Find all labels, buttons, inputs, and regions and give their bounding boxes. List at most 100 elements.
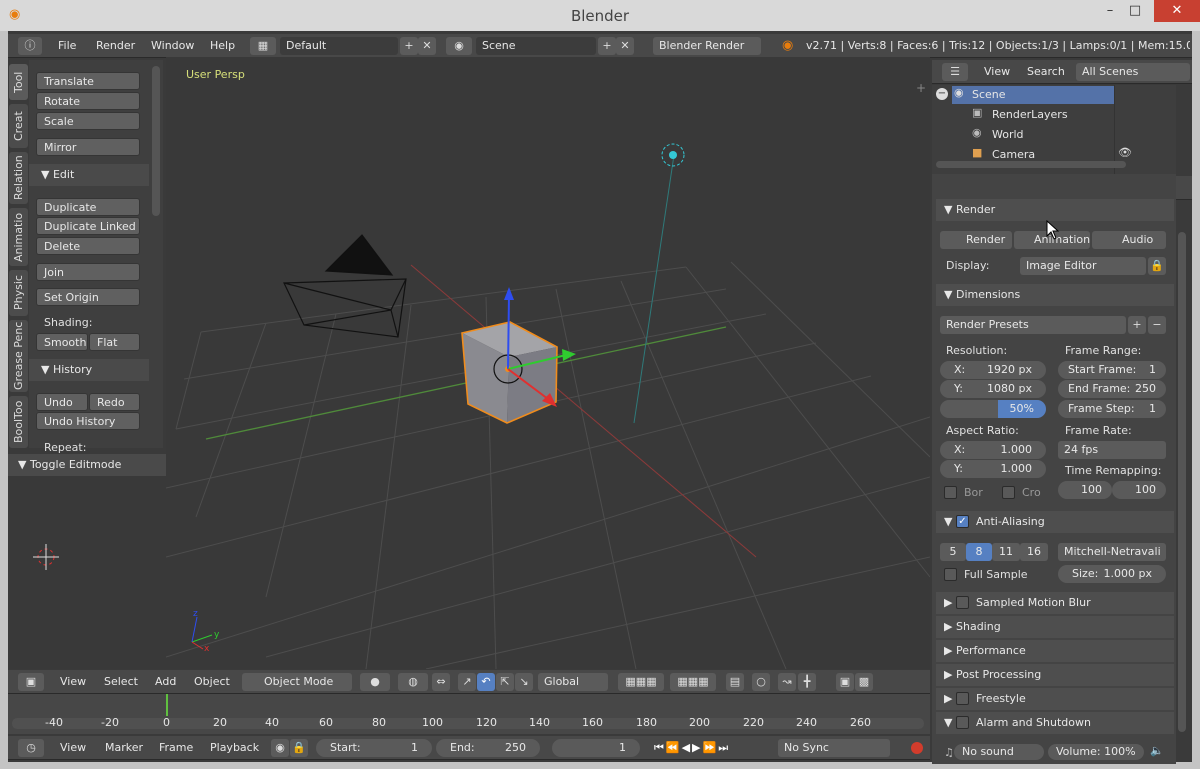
performance-section[interactable]: ▶ Performance bbox=[936, 640, 1174, 662]
shading-section[interactable]: ▶ Shading bbox=[936, 616, 1174, 638]
freestyle-section[interactable]: ▶ Freestyle bbox=[936, 688, 1174, 710]
smooth-button[interactable]: Smooth bbox=[36, 333, 88, 351]
remove-preset-icon[interactable]: − bbox=[1148, 316, 1166, 334]
tab-animation[interactable]: Animatio bbox=[9, 208, 28, 266]
outliner-menu-search[interactable]: Search bbox=[1027, 63, 1065, 81]
menu-render[interactable]: Render bbox=[96, 37, 135, 55]
res-y-field[interactable]: Y: 1080 px bbox=[940, 380, 1046, 398]
timeline-editor-icon[interactable]: ◷ bbox=[18, 739, 44, 757]
viewport-add-icon[interactable]: + bbox=[916, 81, 926, 95]
render-still-icon[interactable]: ▣ bbox=[836, 673, 854, 691]
tab-grease-pencil[interactable]: Grease Penc bbox=[9, 320, 28, 392]
render-presets-select[interactable]: Render Presets bbox=[940, 316, 1126, 334]
sync-select[interactable]: No Sync bbox=[778, 739, 890, 757]
tl-menu-frame[interactable]: Frame bbox=[159, 739, 193, 757]
redo-button[interactable]: Redo bbox=[89, 393, 140, 411]
rotate-button[interactable]: Rotate bbox=[36, 92, 140, 110]
visibility-eye-icon[interactable]: 👁 bbox=[1118, 146, 1132, 159]
collapse-icon[interactable]: − bbox=[936, 88, 948, 100]
proportional-icon[interactable]: ○ bbox=[752, 673, 770, 691]
maximize-button[interactable]: □ bbox=[1122, 0, 1148, 22]
duplicate-button[interactable]: Duplicate bbox=[36, 198, 140, 216]
edit-panel-header[interactable]: ▼ Edit bbox=[29, 164, 149, 186]
outliner-menu-view[interactable]: View bbox=[984, 63, 1010, 81]
crop-checkbox[interactable] bbox=[1002, 486, 1015, 499]
scale-manip-icon[interactable]: ⇱ bbox=[496, 673, 514, 691]
outliner-item-renderlayers[interactable]: RenderLayers bbox=[992, 108, 1068, 121]
scene-icon[interactable]: ◉ bbox=[446, 37, 472, 55]
history-panel-header[interactable]: ▼ History bbox=[29, 359, 149, 381]
flat-button[interactable]: Flat bbox=[89, 333, 140, 351]
render-button[interactable]: Render bbox=[940, 231, 1012, 249]
tab-relation[interactable]: Relation bbox=[9, 152, 28, 204]
speaker-icon[interactable]: 🔈 bbox=[1150, 744, 1164, 757]
layers-b-icon[interactable]: ▦▦▦ bbox=[670, 673, 716, 691]
playback-controls[interactable]: ⏮⏪◀▶⏩⏭ bbox=[654, 739, 730, 757]
translate-button[interactable]: Translate bbox=[36, 72, 140, 90]
antialias-checkbox[interactable]: ✓ bbox=[956, 515, 969, 528]
aspect-x-field[interactable]: X: 1.000 bbox=[940, 441, 1046, 459]
record-icon[interactable]: ◉ bbox=[271, 739, 289, 757]
set-origin-button[interactable]: Set Origin bbox=[36, 288, 140, 306]
aspect-y-field[interactable]: Y: 1.000 bbox=[940, 460, 1046, 478]
render-engine-select[interactable]: Blender Render bbox=[653, 37, 761, 55]
mode-select[interactable]: Object Mode bbox=[242, 673, 352, 691]
aa-8-button[interactable]: 8 bbox=[966, 543, 992, 561]
minimize-button[interactable]: – bbox=[1098, 0, 1122, 22]
snap-icon[interactable]: ↝ bbox=[778, 673, 796, 691]
add-preset-icon[interactable]: + bbox=[1128, 316, 1146, 334]
aa-11-button[interactable]: 11 bbox=[992, 543, 1020, 561]
lock-camera-icon[interactable]: ▤ bbox=[726, 673, 744, 691]
alarm-checkbox[interactable] bbox=[956, 716, 969, 729]
lock-icon[interactable]: 🔒 bbox=[290, 739, 308, 757]
translate-manip-icon[interactable]: ↗ bbox=[458, 673, 476, 691]
tab-tool[interactable]: Tool bbox=[9, 64, 28, 100]
dimensions-section-header[interactable]: ▼ Dimensions bbox=[936, 284, 1174, 306]
post-processing-section[interactable]: ▶ Post Processing bbox=[936, 664, 1174, 686]
sound-select[interactable]: No sound bbox=[954, 744, 1044, 760]
tl-menu-view[interactable]: View bbox=[60, 739, 86, 757]
outliner-item-scene[interactable]: Scene bbox=[972, 88, 1006, 101]
tab-create[interactable]: Creat bbox=[9, 104, 28, 148]
remap-new-field[interactable]: 100 bbox=[1112, 481, 1166, 499]
menu-add[interactable]: Add bbox=[155, 673, 176, 691]
rotate-manip-icon[interactable]: ↶ bbox=[477, 673, 495, 691]
remap-old-field[interactable]: 100 bbox=[1058, 481, 1112, 499]
tab-booltool[interactable]: BoolToo bbox=[9, 396, 28, 448]
properties-scrollbar[interactable] bbox=[1178, 232, 1186, 732]
start-frame-field[interactable]: Start: 1 bbox=[316, 739, 432, 757]
info-editor-icon[interactable]: ⓘ bbox=[18, 37, 42, 55]
remove-layout-icon[interactable]: ✕ bbox=[418, 37, 436, 55]
res-percent-slider[interactable]: 50% bbox=[940, 400, 1046, 418]
full-sample-checkbox[interactable] bbox=[944, 568, 957, 581]
current-frame-marker[interactable] bbox=[166, 694, 168, 716]
layers-a-icon[interactable]: ▦▦▦ bbox=[618, 673, 664, 691]
aa-size-field[interactable]: Size: 1.000 px bbox=[1058, 565, 1166, 583]
outliner-item-camera[interactable]: Camera bbox=[992, 148, 1035, 159]
motion-blur-checkbox[interactable] bbox=[956, 596, 969, 609]
freestyle-checkbox[interactable] bbox=[956, 692, 969, 705]
add-scene-icon[interactable]: + bbox=[598, 37, 616, 55]
join-button[interactable]: Join bbox=[36, 263, 140, 281]
mirror-button[interactable]: Mirror bbox=[36, 138, 140, 156]
outliner-editor-icon[interactable]: ☰ bbox=[942, 63, 968, 81]
volume-field[interactable]: Volume: 100% bbox=[1048, 744, 1144, 760]
layout-field[interactable]: Default bbox=[280, 37, 398, 55]
add-layout-icon[interactable]: + bbox=[400, 37, 418, 55]
default-cube[interactable] bbox=[461, 287, 576, 424]
menu-window[interactable]: Window bbox=[151, 37, 194, 55]
undo-button[interactable]: Undo bbox=[36, 393, 88, 411]
start-frame-prop-field[interactable]: Start Frame: 1 bbox=[1058, 361, 1166, 379]
antialias-section-header[interactable]: ▼ ✓ Anti-Aliasing bbox=[936, 511, 1174, 533]
menu-view[interactable]: View bbox=[60, 673, 86, 691]
res-x-field[interactable]: X: 1920 px bbox=[940, 361, 1046, 379]
editor-type-icon[interactable]: ▣ bbox=[18, 673, 44, 691]
menu-file[interactable]: File bbox=[58, 37, 76, 55]
render-section-header[interactable]: ▼ Render bbox=[936, 199, 1174, 221]
border-checkbox[interactable] bbox=[944, 486, 957, 499]
end-frame-prop-field[interactable]: End Frame: 250 bbox=[1058, 380, 1166, 398]
menu-object[interactable]: Object bbox=[194, 673, 230, 691]
tab-physics[interactable]: Physic bbox=[9, 270, 28, 316]
aa-filter-select[interactable]: Mitchell-Netravali bbox=[1058, 543, 1166, 561]
display-select[interactable]: Image Editor bbox=[1020, 257, 1146, 275]
